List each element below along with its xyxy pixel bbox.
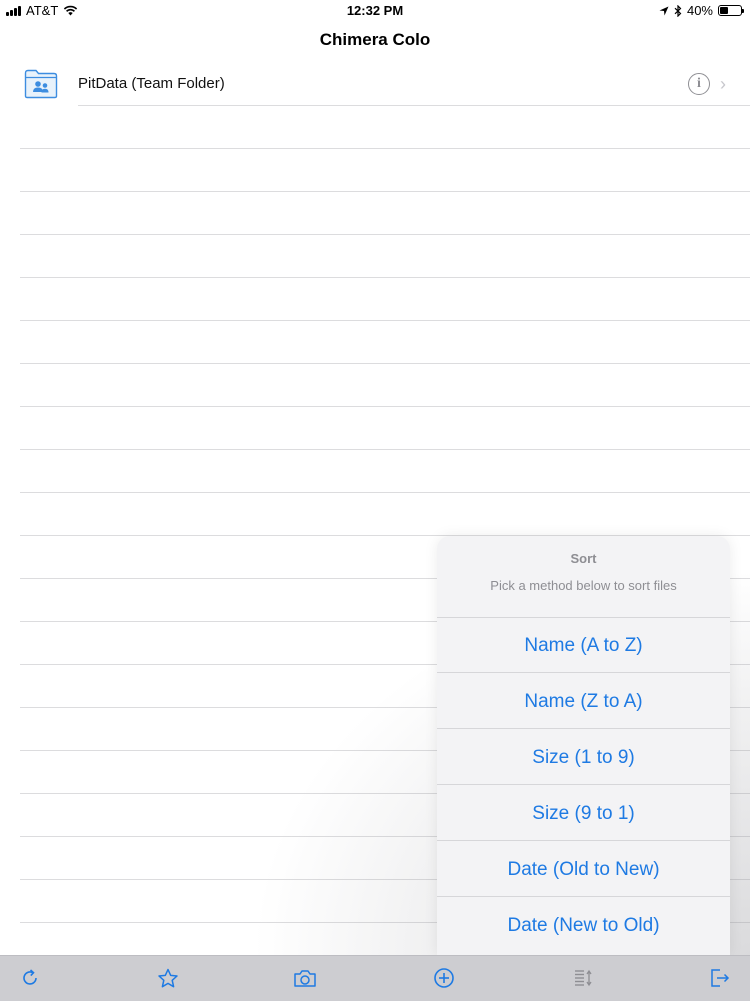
- sort-name-asc-button[interactable]: Name (A to Z): [437, 618, 730, 673]
- add-icon: [434, 968, 454, 988]
- sort-icon: [575, 969, 592, 987]
- row-separator: [20, 320, 750, 321]
- info-icon[interactable]: i: [688, 73, 710, 95]
- sort-date-desc-button[interactable]: Date (New to Old): [437, 898, 730, 953]
- sort-button[interactable]: [569, 965, 597, 991]
- bluetooth-icon: [674, 4, 682, 17]
- page-title: Chimera Colo: [319, 30, 431, 49]
- sort-popover: Sort Pick a method below to sort files N…: [437, 536, 730, 955]
- team-folder-icon: [24, 69, 58, 99]
- location-icon: [659, 6, 669, 15]
- sort-size-desc-button[interactable]: Size (9 to 1): [437, 786, 730, 841]
- popover-header: Sort Pick a method below to sort files: [437, 536, 730, 618]
- row-separator: [20, 191, 750, 192]
- favorites-button[interactable]: [154, 965, 182, 991]
- row-separator: [20, 363, 750, 364]
- battery-icon: [718, 5, 744, 16]
- status-bar: AT&T 12:32 PM 40%: [0, 0, 750, 22]
- sort-size-asc-button[interactable]: Size (1 to 9): [437, 730, 730, 785]
- add-button[interactable]: [430, 965, 458, 991]
- logout-icon: [711, 969, 730, 987]
- row-separator: [20, 277, 750, 278]
- status-time: 12:32 PM: [346, 3, 404, 18]
- sort-date-asc-button[interactable]: Date (Old to New): [437, 842, 730, 897]
- row-separator: [20, 234, 750, 235]
- chevron-right-icon[interactable]: ›: [720, 74, 726, 95]
- row-separator: [20, 406, 750, 407]
- folder-name: PitData (Team Folder): [78, 75, 225, 92]
- row-separator: [20, 449, 750, 450]
- popover-title: Sort: [570, 551, 597, 566]
- logout-button[interactable]: [706, 965, 734, 991]
- camera-button[interactable]: [291, 965, 319, 991]
- camera-icon: [294, 969, 316, 987]
- bottom-toolbar: [0, 955, 750, 1001]
- row-separator: [78, 105, 750, 106]
- star-icon: [158, 968, 178, 987]
- row-separator: [20, 148, 750, 149]
- list-item[interactable]: PitData (Team Folder) i ›: [0, 62, 750, 106]
- refresh-button[interactable]: [16, 965, 44, 991]
- popover-message: Pick a method below to sort files: [490, 578, 677, 593]
- status-right: 40%: [659, 3, 744, 18]
- battery-percent: 40%: [686, 3, 713, 18]
- refresh-icon: [23, 969, 37, 985]
- row-separator: [20, 492, 750, 493]
- sort-name-desc-button[interactable]: Name (Z to A): [437, 674, 730, 729]
